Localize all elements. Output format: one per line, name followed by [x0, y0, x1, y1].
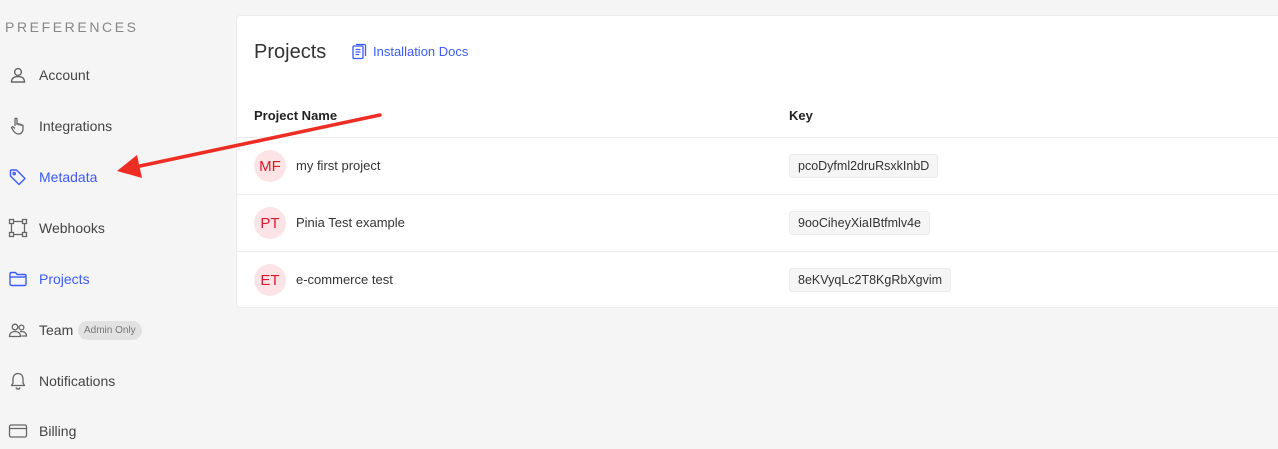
table-row[interactable]: MF my first project pcoDyfml2druRsxkInbD	[237, 137, 1278, 194]
project-name: Pinia Test example	[296, 215, 405, 230]
sidebar-item-webhooks[interactable]: Webhooks	[0, 210, 220, 246]
sidebar-item-label: Projects	[39, 271, 90, 287]
sidebar-item-integrations[interactable]: Integrations	[0, 108, 220, 144]
sidebar-item-notifications[interactable]: Notifications	[0, 363, 220, 399]
column-header-project-name: Project Name	[254, 108, 338, 123]
sidebar-item-team[interactable]: Team Admin Only	[0, 312, 220, 348]
projects-card: Projects Installation Docs Project Name …	[236, 15, 1278, 308]
sidebar-item-account[interactable]: Account	[0, 57, 220, 93]
table-row[interactable]: ET e-commerce test 8eKVyqLc2T8KgRbXgvim	[237, 251, 1278, 308]
page-title: Projects	[254, 41, 327, 63]
user-icon	[8, 65, 28, 85]
project-avatar: ET	[254, 264, 286, 296]
installation-docs-link[interactable]: Installation Docs	[351, 43, 468, 60]
project-name: my first project	[296, 158, 381, 173]
column-header-key: Key	[789, 108, 813, 123]
bell-icon	[8, 371, 28, 391]
project-key[interactable]: 9ooCiheyXiaIBtfmlv4e	[789, 211, 930, 235]
pointer-hand-icon	[8, 116, 28, 136]
project-key[interactable]: 8eKVyqLc2T8KgRbXgvim	[789, 268, 952, 292]
sidebar-item-label: Notifications	[39, 373, 116, 389]
webhook-icon	[8, 218, 28, 238]
credit-card-icon	[8, 421, 28, 441]
sidebar: PREFERENCES Account Integrations Metadat…	[0, 0, 232, 439]
sidebar-item-metadata[interactable]: Metadata	[0, 159, 220, 195]
project-key[interactable]: pcoDyfml2druRsxkInbD	[789, 154, 939, 178]
document-icon	[352, 43, 367, 60]
project-avatar: MF	[254, 150, 286, 182]
tag-icon	[8, 167, 28, 187]
project-avatar: PT	[254, 207, 286, 239]
sidebar-item-projects[interactable]: Projects	[0, 261, 220, 297]
sidebar-item-label: Billing	[39, 423, 77, 439]
sidebar-item-label: Metadata	[39, 169, 98, 185]
project-name: e-commerce test	[296, 272, 393, 287]
sidebar-item-label: Account	[39, 67, 90, 83]
sidebar-heading: PREFERENCES	[5, 19, 139, 35]
installation-docs-label: Installation Docs	[373, 44, 469, 59]
admin-only-badge: Admin Only	[78, 321, 142, 340]
folder-icon	[8, 269, 28, 289]
sidebar-item-label: Webhooks	[39, 220, 105, 236]
sidebar-item-billing[interactable]: Billing	[0, 413, 220, 449]
sidebar-item-label: Team	[39, 322, 74, 338]
team-icon	[8, 320, 28, 340]
table-row[interactable]: PT Pinia Test example 9ooCiheyXiaIBtfmlv…	[237, 194, 1278, 251]
sidebar-item-label: Integrations	[39, 118, 113, 134]
